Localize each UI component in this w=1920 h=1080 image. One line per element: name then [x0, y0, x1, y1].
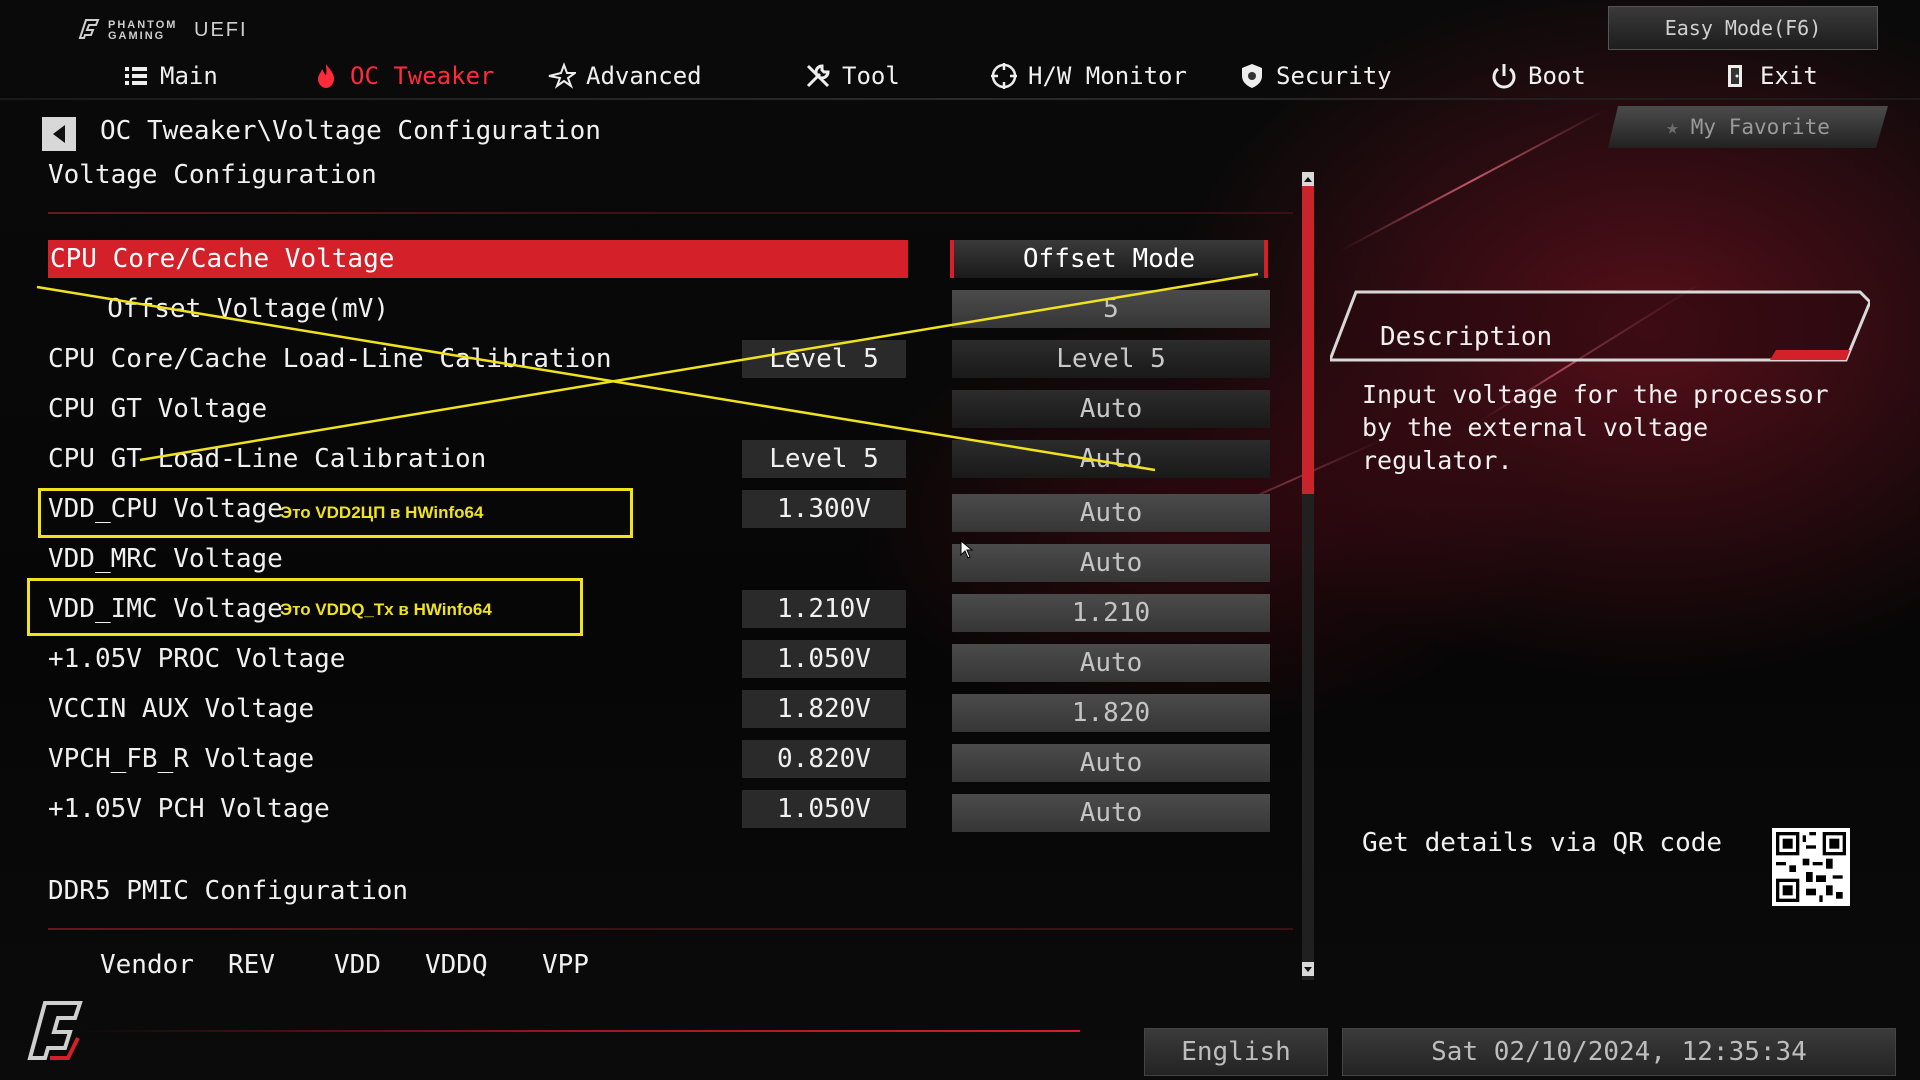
tab-label: Boot: [1528, 62, 1586, 90]
setting-105v-proc-voltage[interactable]: +1.05V PROC Voltage: [48, 640, 345, 678]
list-icon: [125, 67, 147, 85]
my-favorite-button[interactable]: ★ My Favorite: [1608, 106, 1888, 148]
brand-uefi-text: UEFI: [194, 19, 248, 41]
star-icon: ★: [1666, 115, 1679, 139]
annotation-text-vdd-cpu: Это VDD2ЦП в HWinfo64: [280, 503, 484, 522]
setting-offset-voltage[interactable]: Offset Voltage(mV): [76, 290, 389, 328]
current-vdd-cpu-voltage: 1.300V: [742, 490, 906, 528]
value-cpu-core-llc[interactable]: Level 5: [952, 340, 1270, 378]
pmic-col-vendor: Vendor: [100, 950, 194, 980]
phantom-gaming-logo-icon: [78, 19, 100, 39]
setting-vpch-fb-r-voltage[interactable]: VPCH_FB_R Voltage: [48, 740, 314, 778]
top-nav: Main OC Tweaker Advanced Tool H/W Monito…: [0, 52, 1920, 98]
scroll-down-arrow-icon[interactable]: [1302, 962, 1314, 976]
mouse-cursor-icon: [960, 540, 974, 559]
current-cpu-gt-llc: Level 5: [742, 440, 906, 478]
setting-cpu-gt-voltage[interactable]: CPU GT Voltage: [48, 390, 267, 428]
pmic-col-vddq: VDDQ: [425, 950, 488, 980]
tab-label: Advanced: [586, 62, 702, 90]
breadcrumb: OC Tweaker\Voltage Configuration: [100, 116, 601, 146]
qr-code-icon: [1776, 832, 1846, 902]
tab-security[interactable]: Security: [1238, 58, 1392, 94]
current-vdd-imc-voltage: 1.210V: [742, 590, 906, 628]
easy-mode-button[interactable]: Easy Mode(F6): [1608, 6, 1878, 50]
pmic-col-vdd: VDD: [334, 950, 381, 980]
setting-105v-pch-voltage[interactable]: +1.05V PCH Voltage: [48, 790, 330, 828]
description-title: Description: [1380, 322, 1553, 352]
setting-vccin-aux-voltage[interactable]: VCCIN AUX Voltage: [48, 690, 314, 728]
value-vdd-mrc-voltage[interactable]: Auto: [952, 544, 1270, 582]
exit-door-icon: [1728, 65, 1742, 87]
setting-cpu-core-cache-voltage[interactable]: CPU Core/Cache Voltage: [48, 240, 908, 278]
pmic-col-rev: REV: [228, 950, 275, 980]
page-title: Voltage Configuration: [48, 160, 377, 190]
datetime-display: Sat 02/10/2024, 12:35:34: [1342, 1028, 1896, 1076]
decor-line: [80, 1030, 1080, 1032]
tab-advanced[interactable]: Advanced: [548, 58, 702, 94]
flame-icon: [318, 64, 334, 88]
back-arrow-icon: [53, 125, 65, 143]
nav-divider: [0, 98, 1920, 100]
value-cpu-core-cache-voltage[interactable]: Offset Mode: [950, 240, 1268, 278]
value-105v-proc-voltage[interactable]: Auto: [952, 644, 1270, 682]
divider: [48, 928, 1293, 930]
value-vdd-cpu-voltage[interactable]: Auto: [952, 494, 1270, 532]
star-icon: [548, 62, 576, 89]
back-button[interactable]: [42, 117, 76, 151]
qr-code-image: [1772, 828, 1850, 906]
value-vdd-imc-voltage[interactable]: 1.210: [952, 594, 1270, 632]
power-icon: [1492, 64, 1516, 89]
divider: [48, 212, 1293, 214]
value-cpu-gt-llc[interactable]: Auto: [952, 440, 1270, 478]
tab-oc-tweaker[interactable]: OC Tweaker: [312, 58, 495, 94]
tab-main[interactable]: Main: [122, 58, 218, 94]
tab-hw-monitor[interactable]: H/W Monitor: [990, 58, 1187, 94]
value-cpu-gt-voltage[interactable]: Auto: [952, 390, 1270, 428]
value-offset-voltage[interactable]: 5: [952, 290, 1270, 328]
description-text: Input voltage for the processor by the e…: [1362, 380, 1829, 475]
tab-label: Security: [1276, 62, 1392, 90]
shield-icon: [1242, 64, 1262, 88]
tab-label: Exit: [1760, 62, 1818, 90]
current-105v-pch-voltage: 1.050V: [742, 790, 906, 828]
current-cpu-core-llc: Level 5: [742, 340, 906, 378]
crosshair-icon: [991, 63, 1017, 89]
current-105v-proc-voltage: 1.050V: [742, 640, 906, 678]
value-105v-pch-voltage[interactable]: Auto: [952, 794, 1270, 832]
tab-tool[interactable]: Tool: [804, 58, 900, 94]
scrollbar-thumb[interactable]: [1302, 186, 1314, 494]
my-favorite-label: My Favorite: [1690, 115, 1830, 139]
wrench-icon: [806, 64, 830, 88]
tab-label: Main: [160, 62, 218, 90]
value-vpch-fb-r-voltage[interactable]: Auto: [952, 744, 1270, 782]
setting-cpu-core-llc[interactable]: CPU Core/Cache Load-Line Calibration: [48, 340, 612, 378]
pmic-col-vpp: VPP: [542, 950, 589, 980]
tab-label: H/W Monitor: [1028, 62, 1187, 90]
brand-emblem-icon: [27, 1001, 83, 1060]
current-vpch-fb-r-voltage: 0.820V: [742, 740, 906, 778]
language-selector[interactable]: English: [1144, 1028, 1328, 1076]
tab-exit[interactable]: Exit: [1722, 58, 1818, 94]
qr-code-label: Get details via QR code: [1362, 828, 1723, 858]
current-vccin-aux-voltage: 1.820V: [742, 690, 906, 728]
tab-label: OC Tweaker: [350, 62, 495, 90]
setting-vdd-mrc-voltage[interactable]: VDD_MRC Voltage: [48, 540, 283, 578]
annotation-text-vdd-imc: Это VDDQ_Tx в HWinfo64: [280, 600, 492, 619]
scroll-up-arrow-icon[interactable]: [1302, 172, 1314, 186]
brand-small-text: PHANTOM GAMING: [108, 19, 178, 42]
setting-cpu-gt-llc[interactable]: CPU GT Load-Line Calibration: [48, 440, 486, 478]
value-vccin-aux-voltage[interactable]: 1.820: [952, 694, 1270, 732]
brand-logo: PHANTOM GAMING UEFI: [76, 16, 248, 42]
pmic-section-title: DDR5 PMIC Configuration: [48, 876, 409, 906]
tab-label: Tool: [842, 62, 900, 90]
tab-boot[interactable]: Boot: [1490, 58, 1586, 94]
